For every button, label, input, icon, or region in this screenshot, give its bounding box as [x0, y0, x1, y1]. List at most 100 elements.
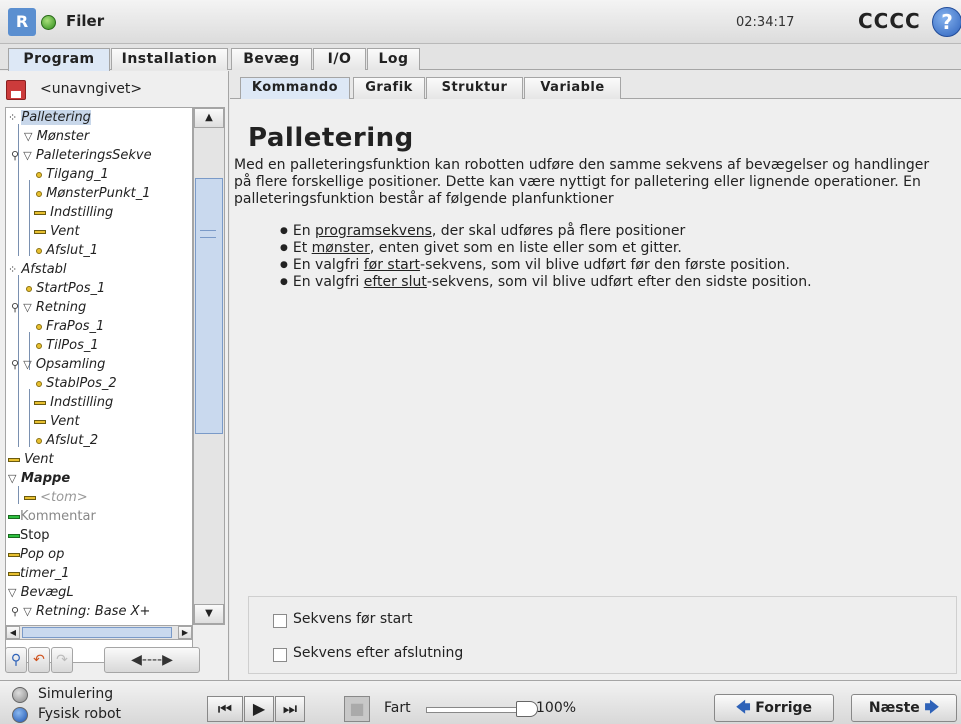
folder-triangle-icon: ▽	[23, 301, 32, 314]
tree-item[interactable]: ⚲ ▽ Opsamling	[11, 355, 105, 374]
expand-node-icon[interactable]: ⚲	[11, 358, 19, 371]
tree-item[interactable]: Indstilling	[34, 393, 113, 412]
waypoint-icon	[26, 285, 32, 292]
expand-node-icon[interactable]: ⚲	[11, 149, 19, 162]
tree-item[interactable]: Indstilling	[34, 203, 113, 222]
program-filename: <unavngivet>	[40, 81, 143, 97]
waypoint-icon	[36, 171, 42, 178]
next-button[interactable]: Næste 🡆	[851, 694, 957, 722]
tab-variable[interactable]: Variable	[524, 77, 621, 99]
link-efter-slut[interactable]: efter slut	[364, 274, 427, 290]
tree-item[interactable]: TilPos_1	[36, 336, 99, 355]
tree-item[interactable]: ⚲ ▽ PalleteringsSekve	[11, 146, 152, 165]
tab-installation[interactable]: Installation	[111, 48, 228, 70]
tree-item[interactable]: StablPos_2	[36, 374, 117, 393]
tree-item[interactable]: Afslut_1	[36, 241, 98, 260]
main-tabs: Program Installation Bevæg I/O Log	[0, 44, 961, 71]
tree-item[interactable]: ▽ Mønster	[24, 127, 89, 146]
speed-slider-knob[interactable]	[516, 701, 538, 717]
command-icon	[8, 457, 20, 462]
tree-item[interactable]: MønsterPunkt_1	[36, 184, 150, 203]
scroll-thumb[interactable]	[195, 178, 223, 434]
move-node-icon[interactable]: ◀----▶	[104, 647, 200, 673]
help-icon[interactable]: ?	[932, 7, 961, 37]
before-start-label: Sekvens før start	[293, 611, 413, 627]
tree-item[interactable]: Vent	[34, 412, 80, 431]
tab-log[interactable]: Log	[367, 48, 420, 70]
tab-kommando[interactable]: Kommando	[240, 77, 350, 99]
tree-item[interactable]: ⚲ ▽ Retning	[11, 298, 86, 317]
list-item: En programsekvens, der skal udføres på f…	[280, 223, 940, 240]
page-title: Palletering	[248, 123, 414, 153]
play-icon[interactable]: ▶	[244, 696, 274, 722]
after-end-checkbox[interactable]	[273, 648, 287, 662]
folder-triangle-icon: ▽	[23, 605, 32, 618]
sequence-options: Sekvens før start Sekvens efter afslutni…	[248, 596, 957, 674]
tree-toolbar: ⚲ ↶ ↷ ◀----▶	[5, 645, 225, 675]
tree-item[interactable]: Vent	[34, 222, 80, 241]
scroll-up-icon[interactable]: ▲	[194, 108, 224, 128]
tab-move[interactable]: Bevæg	[231, 48, 312, 70]
real-robot-radio[interactable]	[12, 707, 28, 723]
arrow-right-icon: 🡆	[924, 700, 940, 716]
speed-label: Fart	[384, 700, 411, 716]
command-subtabs: Kommando Grafik Struktur Variable	[230, 77, 961, 99]
save-icon[interactable]	[6, 80, 26, 100]
step-icon[interactable]: ⏭	[275, 696, 305, 722]
tree-item[interactable]: Afslut_2	[36, 431, 98, 450]
tree-item[interactable]: Tilgang_1	[36, 165, 109, 184]
tree-item[interactable]: Stop	[8, 526, 50, 545]
list-item: En valgfri før start-sekvens, som vil bl…	[280, 257, 940, 274]
expand-node-icon[interactable]: ⚲	[11, 301, 19, 314]
stop-icon[interactable]: ■	[344, 696, 370, 722]
skip-back-icon[interactable]: ⏮	[207, 696, 243, 722]
clock: 02:34:17	[736, 15, 795, 30]
command-icon	[34, 229, 46, 234]
link-programsekvens[interactable]: programsekvens	[315, 223, 432, 239]
scroll-grip-icon	[200, 230, 216, 238]
robot-status-icon	[41, 15, 56, 30]
scroll-down-icon[interactable]: ▼	[194, 604, 224, 624]
tree-item-palletering[interactable]: ⁘ Palletering	[8, 108, 91, 127]
real-robot-label: Fysisk robot	[38, 706, 122, 722]
before-start-checkbox[interactable]	[273, 614, 287, 628]
arrow-left-icon: 🡄	[735, 700, 751, 716]
tree-item[interactable]: Kommentar	[8, 507, 96, 526]
tree-item[interactable]: Pop op	[8, 545, 64, 564]
tree-horizontal-scrollbar[interactable]: ◀ ▶	[5, 625, 193, 640]
waypoint-icon	[36, 247, 42, 254]
tree-item[interactable]: ⁘ Afstabl	[8, 260, 67, 279]
redo-icon[interactable]: ↷	[51, 647, 73, 673]
robot-name: CCCC	[858, 9, 921, 33]
tree-item[interactable]: FraPos_1	[36, 317, 104, 336]
tab-program[interactable]: Program	[8, 48, 110, 71]
link-foer-start[interactable]: før start	[364, 257, 420, 273]
footer-bar: Simulering Fysisk robot ⏮ ▶ ⏭ ■ Fart 100…	[0, 680, 961, 724]
tab-io[interactable]: I/O	[313, 48, 366, 70]
tree-vertical-scrollbar[interactable]: ▲ ▼	[193, 107, 225, 625]
link-moenster[interactable]: mønster	[312, 240, 370, 256]
tree-item[interactable]: Vent	[8, 450, 54, 469]
title-bar: R Filer 02:34:17 CCCC ?	[0, 0, 961, 44]
tree-item[interactable]: ▽ BevægL	[8, 583, 74, 602]
tree-item[interactable]: <tom>	[24, 488, 88, 507]
waypoint-icon	[36, 380, 42, 387]
undo-icon[interactable]: ↶	[28, 647, 50, 673]
list-item: En valgfri efter slut-sekvens, som vil b…	[280, 274, 940, 291]
tree-item[interactable]: ▽ Mappe	[8, 469, 70, 488]
tree-item[interactable]: timer_1	[8, 564, 70, 583]
scroll-left-icon[interactable]: ◀	[6, 626, 20, 639]
search-icon[interactable]: ⚲	[5, 647, 27, 673]
tab-struktur[interactable]: Struktur	[426, 77, 523, 99]
previous-button[interactable]: 🡄 Forrige	[714, 694, 834, 722]
simulation-radio[interactable]	[12, 687, 28, 703]
tree-item[interactable]: StartPos_1	[26, 279, 105, 298]
tree-item[interactable]: ⚲ ▽ Retning: Base X+	[11, 602, 150, 621]
tab-grafik[interactable]: Grafik	[353, 77, 425, 99]
waypoint-icon	[36, 190, 42, 197]
scroll-right-icon[interactable]: ▶	[178, 626, 192, 639]
ur-logo: R	[8, 8, 36, 36]
program-tree[interactable]: ⁘ Palletering ▽ Mønster ⚲ ▽ Palleterings…	[5, 107, 193, 663]
hscroll-thumb[interactable]	[22, 627, 172, 638]
expand-node-icon[interactable]: ⚲	[11, 605, 19, 618]
